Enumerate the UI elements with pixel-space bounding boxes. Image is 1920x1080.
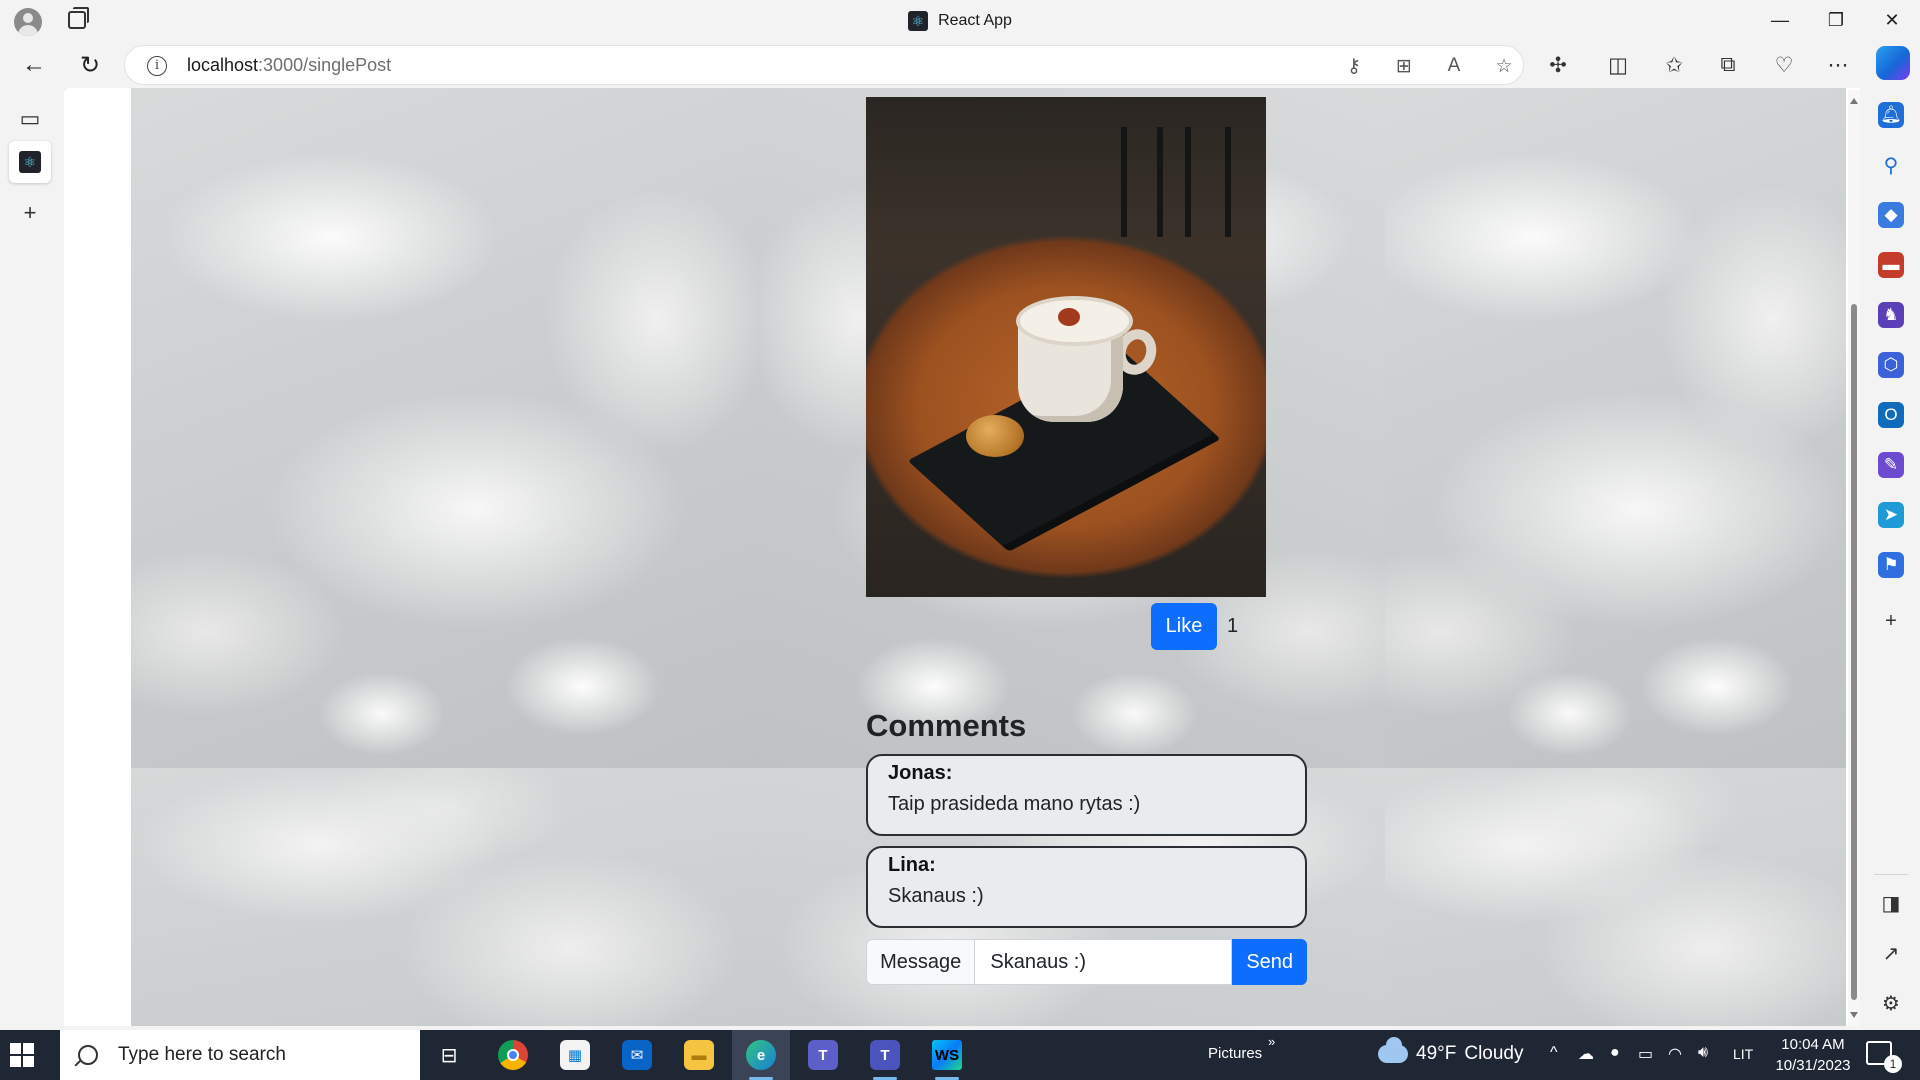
battery-icon[interactable]: ▭ [1638,1044,1653,1064]
message-label: Message [866,939,976,985]
window-title-group: ⚛ React App [0,0,1920,41]
edge-sidebar: 🔔︎ ⚲ ◆ ▬ ♞ ⬡ O ✎ ➤ ⚑ + ◨ ↗ ⚙ [1862,88,1920,1030]
react-favicon-icon: ⚛ [19,151,41,173]
url-host: localhost [187,55,259,75]
webstorm-icon[interactable]: WS [918,1030,976,1080]
message-input[interactable] [975,939,1233,985]
task-view-icon[interactable]: ⊟ [420,1030,478,1080]
key-icon[interactable]: ⚷ [1341,53,1367,79]
settings-gear-icon[interactable]: ⚙ [1876,988,1906,1018]
notifications-bell-icon[interactable]: 🔔︎ [1878,102,1904,128]
notification-badge: 1 [1884,1055,1902,1073]
shopping-tag-icon[interactable]: ◆ [1878,202,1904,228]
close-window-button[interactable]: ✕ [1864,0,1920,41]
scroll-down-arrow-icon[interactable] [1850,1012,1858,1018]
add-sidebar-app-icon[interactable]: + [1876,606,1906,636]
profile-avatar-icon[interactable] [14,8,42,36]
wifi-icon[interactable]: ◠ [1668,1044,1682,1064]
post-image [866,97,1266,597]
microphone-icon[interactable]: ● [1610,1044,1620,1062]
input-language[interactable]: LIT [1733,1046,1753,1062]
page-scrollbar[interactable] [1848,90,1860,1026]
extensions-icon[interactable]: ✣ [1540,47,1576,83]
microsoft365-icon[interactable]: ⬡ [1878,352,1904,378]
address-bar[interactable]: i localhost:3000/singlePost ⚷ ⊞ A ☆ [124,45,1524,85]
drop-send-icon[interactable]: ➤ [1878,502,1904,528]
send-button[interactable]: Send [1232,939,1307,985]
pictures-toolbar[interactable]: Pictures [1208,1045,1262,1062]
search-icon [78,1045,98,1065]
minimize-button[interactable]: — [1752,0,1808,41]
microsoft-store-icon[interactable]: ▦ [546,1030,604,1080]
comment-card: Lina: Skanaus :) [866,846,1307,928]
comment-card: Jonas: Taip prasideda mano rytas :) [866,754,1307,836]
back-button[interactable]: ← [16,47,52,83]
clock-date: 10/31/2023 [1775,1057,1851,1074]
cloud-icon [1378,1037,1408,1063]
new-tab-button[interactable]: + [9,192,51,234]
restore-button[interactable]: ❐ [1808,0,1864,41]
hide-sidebar-icon[interactable]: ◨ [1876,888,1906,918]
sidebar-search-icon[interactable]: ⚲ [1878,152,1904,178]
edge-icon[interactable]: e [732,1030,790,1080]
browser-title-bar: ⚛ React App — ❐ ✕ [0,0,1920,41]
window-title: React App [938,11,1012,29]
open-external-icon[interactable]: ↗ [1876,938,1906,968]
weather-temp: 49°F [1416,1043,1457,1064]
comment-text: Skanaus :) [888,885,984,907]
comment-author: Jonas: [888,762,953,784]
tab-react-app[interactable]: ⚛ [9,141,51,183]
tab-actions-icon[interactable] [68,7,89,29]
refresh-button[interactable]: ↻ [72,47,108,83]
show-hidden-icons-chevron-icon[interactable]: ^ [1550,1044,1558,1062]
favorite-star-icon[interactable]: ☆ [1491,53,1517,79]
comments-heading: Comments [866,708,1027,743]
app-available-icon[interactable]: ⊞ [1391,53,1417,79]
volume-icon[interactable]: 🔊︎ [1698,1044,1708,1062]
designer-icon[interactable]: ✎ [1878,452,1904,478]
toolbar-expand-chevron-icon[interactable]: » [1268,1034,1275,1049]
scroll-up-arrow-icon[interactable] [1850,98,1858,104]
weather-widget[interactable]: 49°F Cloudy [1378,1037,1524,1065]
windows-taskbar: Type here to search ⊟ ▦ ✉ ▬ e T T WS Pic… [0,1030,1920,1080]
url-path: :3000/singlePost [258,55,392,75]
games-icon[interactable]: ♞ [1878,302,1904,328]
split-screen-icon[interactable]: ◫ [1600,47,1636,83]
taskbar-search-box[interactable]: Type here to search [60,1030,420,1080]
onedrive-cloud-icon[interactable]: ☁ [1578,1044,1594,1064]
copilot-icon[interactable] [1876,46,1910,80]
weather-condition: Cloudy [1464,1043,1524,1064]
favorites-icon[interactable]: ✩ [1656,47,1692,83]
comment-author: Lina: [888,854,936,876]
like-count: 1 [1227,615,1239,637]
file-explorer-icon[interactable]: ▬ [670,1030,728,1080]
site-info-icon[interactable]: i [147,56,167,76]
scroll-thumb[interactable] [1851,304,1857,1000]
feedback-flag-icon[interactable]: ⚑ [1878,552,1904,578]
comment-form: Message Send [866,939,1307,985]
floral-background: Like 1 Comments Jonas: Taip prasideda ma… [131,88,1846,1026]
more-menu-icon[interactable]: ⋯ [1820,47,1856,83]
outlook-icon[interactable]: O [1878,402,1904,428]
clock[interactable]: 10:04 AM 10/31/2023 [1768,1034,1858,1076]
chrome-icon[interactable] [484,1030,542,1080]
address-url[interactable]: localhost:3000/singlePost [187,55,391,76]
mail-icon[interactable]: ✉ [608,1030,666,1080]
tab-panel-icon[interactable]: ▭ [9,98,51,140]
windows-start-icon[interactable] [10,1043,34,1067]
vertical-tab-strip: ▭ ⚛ + [0,88,62,1030]
browser-essentials-icon[interactable]: ♡ [1766,47,1802,83]
comment-text: Taip prasideda mano rytas :) [888,793,1141,815]
like-button[interactable]: Like [1151,603,1217,650]
collections-icon[interactable]: ⧉ [1710,47,1746,83]
teams-icon[interactable]: T [856,1030,914,1080]
clock-time: 10:04 AM [1781,1036,1845,1053]
react-logo-icon: ⚛ [908,10,929,31]
teams-new-icon[interactable]: T [794,1030,852,1080]
search-placeholder: Type here to search [118,1044,286,1065]
read-aloud-icon[interactable]: A [1441,53,1467,79]
tools-briefcase-icon[interactable]: ▬ [1878,252,1904,278]
page-viewport: Like 1 Comments Jonas: Taip prasideda ma… [64,88,1860,1026]
navigation-bar: ← ↻ i localhost:3000/singlePost ⚷ ⊞ A ☆ … [0,41,1920,88]
